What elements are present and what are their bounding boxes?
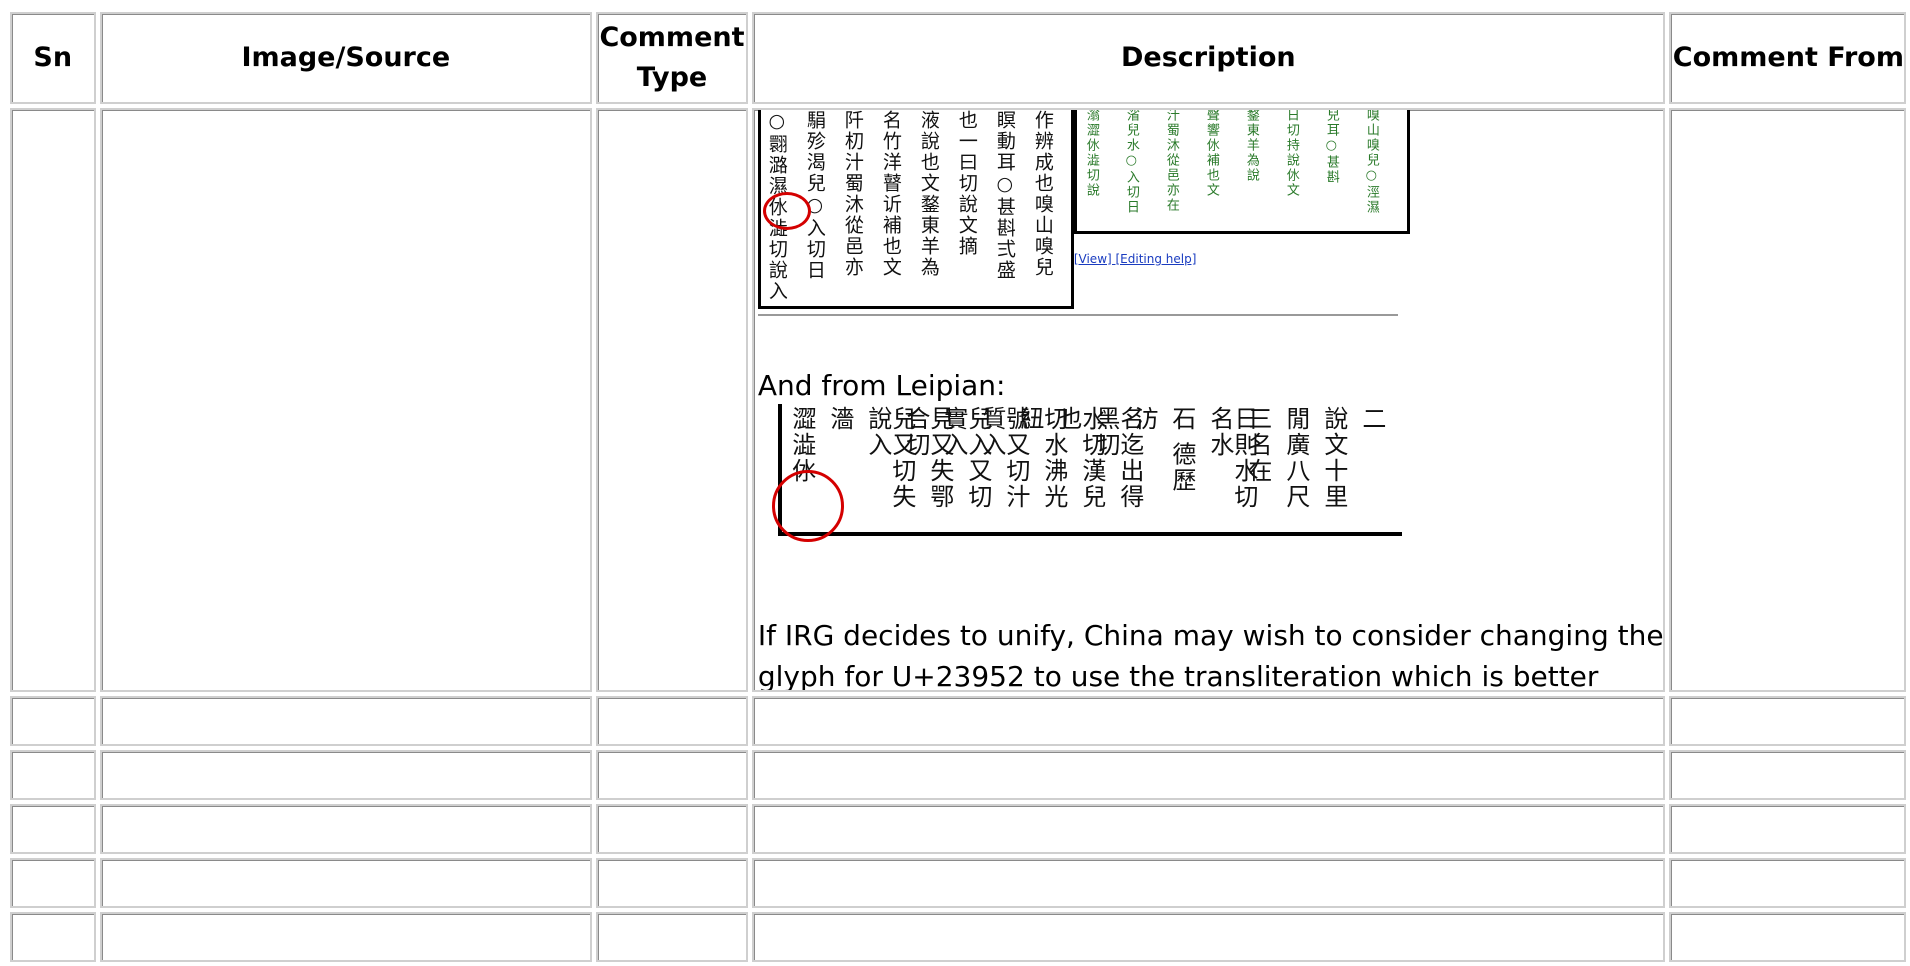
cell-empty [596, 912, 748, 962]
scan-text-column: 鍪東羊為說 [1243, 110, 1259, 183]
scan-text-column: 二 [1357, 406, 1386, 432]
cell-empty [10, 804, 96, 854]
scan-text-column: 嗅山嗅兒○涇濕 [1363, 110, 1379, 215]
cell-comment-from [1668, 108, 1906, 692]
comments-table: Sn Image/Source Comment Type Description… [6, 8, 1910, 966]
cell-empty [596, 696, 748, 746]
scan-text-column: 也一曰切說文摘 [955, 110, 978, 257]
cell-empty [1668, 912, 1906, 962]
cell-empty [1668, 858, 1906, 908]
dictionary-transcription-image: 滃澀㲻澁切說 渻兒水○入切日 汁蜀沐從邑亦在 聲響㲻補也文 鍪東羊為說 日切持說㲻文 兒耳○… [1073, 110, 1410, 234]
cell-empty [751, 696, 1665, 746]
highlight-circle-1 [762, 192, 811, 230]
cell-empty [10, 696, 96, 746]
cell-empty [1668, 750, 1906, 800]
cell-comment-type [596, 108, 748, 692]
header-description: Description [751, 12, 1665, 104]
scan-text-column: 濇 [825, 406, 854, 432]
view-editing-links[interactable]: [View] [Editing help] [1074, 252, 1197, 266]
scan-text-column: 日切持說㲻文 [1283, 110, 1299, 198]
scan-text-column: 汁蜀沐從邑亦在 [1163, 110, 1179, 213]
leipian-label: And from Leipian: [757, 369, 1006, 402]
cell-empty [10, 912, 96, 962]
cell-empty [99, 696, 593, 746]
cell-empty [596, 858, 748, 908]
scan-text-column: 液說也文鍪東羊為 [917, 110, 940, 278]
cell-sn [10, 108, 96, 692]
scan-text-column: 石 德歷 [1167, 406, 1196, 494]
table-row [10, 750, 1906, 800]
header-image-source: Image/Source [99, 12, 593, 104]
scan-text-column: 渻兒水○入切日 [1123, 110, 1139, 215]
header-sn: Sn [10, 12, 96, 104]
scan-text-column: 說文十里 [1319, 406, 1348, 510]
scan-text-column: 阡朷汁蜀沐從邑亦 [841, 110, 864, 278]
scan-text-column: 瞑動耳○甚斟弍盛 [993, 110, 1016, 281]
scan-text-column: 名竹洋瞽䜣補也文 [879, 110, 902, 278]
divider [757, 314, 1398, 316]
scan-text-column: 閒廣八尺 [1281, 406, 1310, 510]
cell-empty [751, 804, 1665, 854]
cell-description: ○翾潞濕㲻澁切說入 駽殄渴兒○入切日 阡朷汁蜀沐從邑亦 名竹洋瞽䜣補也文 液說也文鍪東羊… [751, 108, 1665, 692]
header-comment-type: Comment Type [596, 12, 748, 104]
description-paragraph: If IRG decides to unify, China may wish … [757, 619, 1663, 690]
dictionary-scan-image-1: ○翾潞濕㲻澁切說入 駽殄渴兒○入切日 阡朷汁蜀沐從邑亦 名竹洋瞽䜣補也文 液說也文鍪東羊… [757, 110, 1074, 309]
header-comment-from: Comment From [1668, 12, 1906, 104]
table-row [10, 912, 1906, 962]
cell-empty [99, 912, 593, 962]
scan-text-column: 作辨成也嗅山嗅兒 [1031, 110, 1054, 278]
cell-empty [751, 858, 1665, 908]
cell-empty [751, 912, 1665, 962]
dictionary-scan-image-2: 澀澁㲻濇兒又切失說入 見又失鄂合切 兒入又切實入 號又切汁質入 切水沸光紐 水切漢兒也 名迄… [777, 404, 1402, 536]
cell-image-source [99, 108, 593, 692]
header-row: Sn Image/Source Comment Type Description… [10, 12, 1906, 104]
cell-empty [751, 750, 1665, 800]
cell-empty [99, 750, 593, 800]
wiki-links: [View] [Editing help] [1074, 233, 1197, 280]
description-content: ○翾潞濕㲻澁切說入 駽殄渴兒○入切日 阡朷汁蜀沐從邑亦 名竹洋瞽䜣補也文 液說也文鍪東羊… [754, 110, 1663, 690]
cell-empty [596, 804, 748, 854]
scan-text-column: 三名在 [1243, 406, 1272, 484]
table-row [10, 804, 1906, 854]
table-row: ○翾潞濕㲻澁切說入 駽殄渴兒○入切日 阡朷汁蜀沐從邑亦 名竹洋瞽䜣補也文 液說也文鍪東羊… [10, 108, 1906, 692]
cell-empty [99, 858, 593, 908]
scan-text-column: 兒耳○甚斟 [1323, 110, 1339, 185]
cell-empty [10, 858, 96, 908]
scan-text-column: 聲響㲻補也文 [1203, 110, 1219, 198]
cell-empty [1668, 696, 1906, 746]
cell-empty [10, 750, 96, 800]
table-row [10, 858, 1906, 908]
scan-text-column: 汸 [1129, 406, 1158, 432]
cell-empty [1668, 804, 1906, 854]
cell-empty [596, 750, 748, 800]
scan-text-column: 駽殄渴兒○入切日 [803, 110, 826, 281]
table-row [10, 696, 1906, 746]
scan-text-column: 滃澀㲻澁切說 [1083, 110, 1099, 198]
highlight-circle-2 [771, 470, 844, 542]
cell-empty [99, 804, 593, 854]
